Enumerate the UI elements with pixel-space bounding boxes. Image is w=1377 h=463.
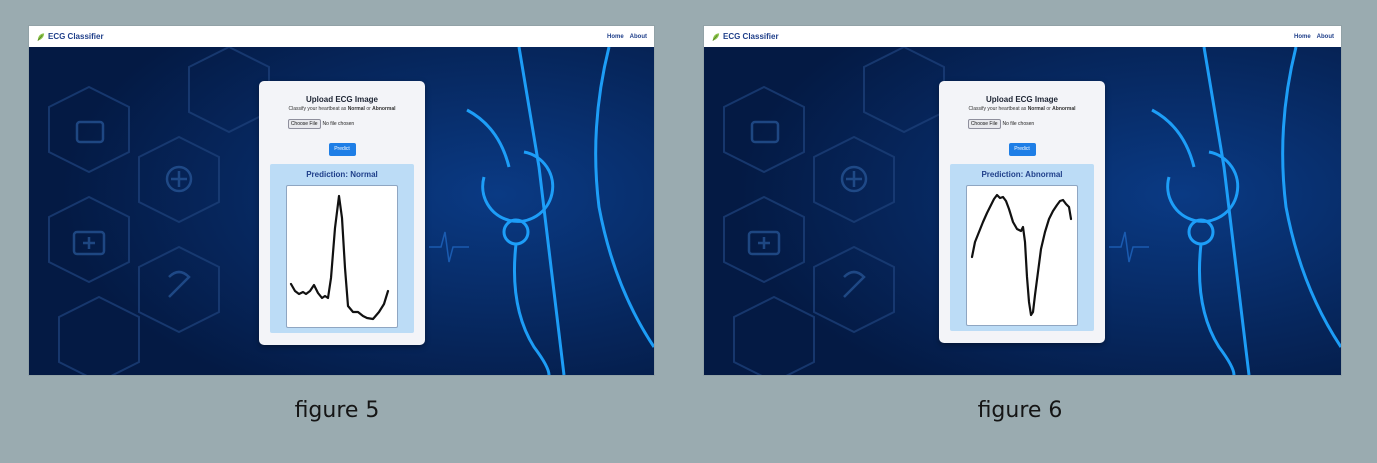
subtitle-or: or xyxy=(1046,106,1051,112)
upload-card: Upload ECG Image Classify your heartbeat… xyxy=(939,81,1105,343)
brand[interactable]: ECG Classifier xyxy=(36,32,104,42)
subtitle-abnormal: Abnormal xyxy=(1052,106,1076,112)
app-screenshot-figure-6: ECG Classifier Home About Upload ECG Ima… xyxy=(704,26,1341,375)
subtitle-normal: Normal xyxy=(347,106,365,112)
file-input[interactable]: Choose File No file chosen xyxy=(897,119,1105,129)
ecg-waveform-image xyxy=(970,193,1073,317)
nav-links: Home About xyxy=(607,34,647,40)
subtitle-text: Classify your heartbeat as xyxy=(968,106,1027,112)
nav-about-link[interactable]: About xyxy=(1317,34,1334,40)
nav-home-link[interactable]: Home xyxy=(1294,34,1311,40)
brand-name: ECG Classifier xyxy=(723,32,779,41)
nav-links: Home About xyxy=(1294,34,1334,40)
ecg-waveform-image xyxy=(289,194,390,321)
file-status: No file chosen xyxy=(322,121,355,127)
leaf-icon xyxy=(37,32,45,41)
subtitle-normal: Normal xyxy=(1027,106,1045,112)
predict-button[interactable]: Predict xyxy=(328,143,356,156)
prediction-result: Prediction: Abnormal xyxy=(950,164,1094,331)
prediction-label: Prediction: Abnormal xyxy=(981,170,1063,179)
app-screenshot-figure-5: ECG Classifier Home About Upload ECG Ima… xyxy=(29,26,654,375)
navbar: ECG Classifier Home About xyxy=(704,26,1341,47)
brand-name: ECG Classifier xyxy=(48,32,104,41)
choose-file-button[interactable]: Choose File xyxy=(967,119,1001,129)
card-title: Upload ECG Image xyxy=(305,95,378,104)
card-title: Upload ECG Image xyxy=(985,95,1058,104)
nav-home-link[interactable]: Home xyxy=(607,34,624,40)
navbar: ECG Classifier Home About xyxy=(29,26,654,47)
figure-caption: figure 6 xyxy=(977,398,1063,423)
choose-file-button[interactable]: Choose File xyxy=(287,119,321,129)
card-subtitle: Classify your heartbeat as Normal or Abn… xyxy=(939,106,1105,112)
upload-card: Upload ECG Image Classify your heartbeat… xyxy=(259,81,425,345)
subtitle-abnormal: Abnormal xyxy=(372,106,396,112)
file-input[interactable]: Choose File No file chosen xyxy=(217,119,425,129)
ecg-image-preview xyxy=(286,185,398,328)
prediction-result: Prediction: Normal xyxy=(270,164,414,333)
figure-caption: figure 5 xyxy=(294,398,380,423)
prediction-label: Prediction: Normal xyxy=(306,170,378,179)
predict-button[interactable]: Predict xyxy=(1008,143,1036,156)
nav-about-link[interactable]: About xyxy=(630,34,647,40)
leaf-icon xyxy=(712,32,720,41)
subtitle-or: or xyxy=(366,106,371,112)
subtitle-text: Classify your heartbeat as xyxy=(288,106,347,112)
brand[interactable]: ECG Classifier xyxy=(711,32,779,42)
ecg-image-preview xyxy=(966,185,1078,326)
file-status: No file chosen xyxy=(1002,121,1035,127)
card-subtitle: Classify your heartbeat as Normal or Abn… xyxy=(259,106,425,112)
